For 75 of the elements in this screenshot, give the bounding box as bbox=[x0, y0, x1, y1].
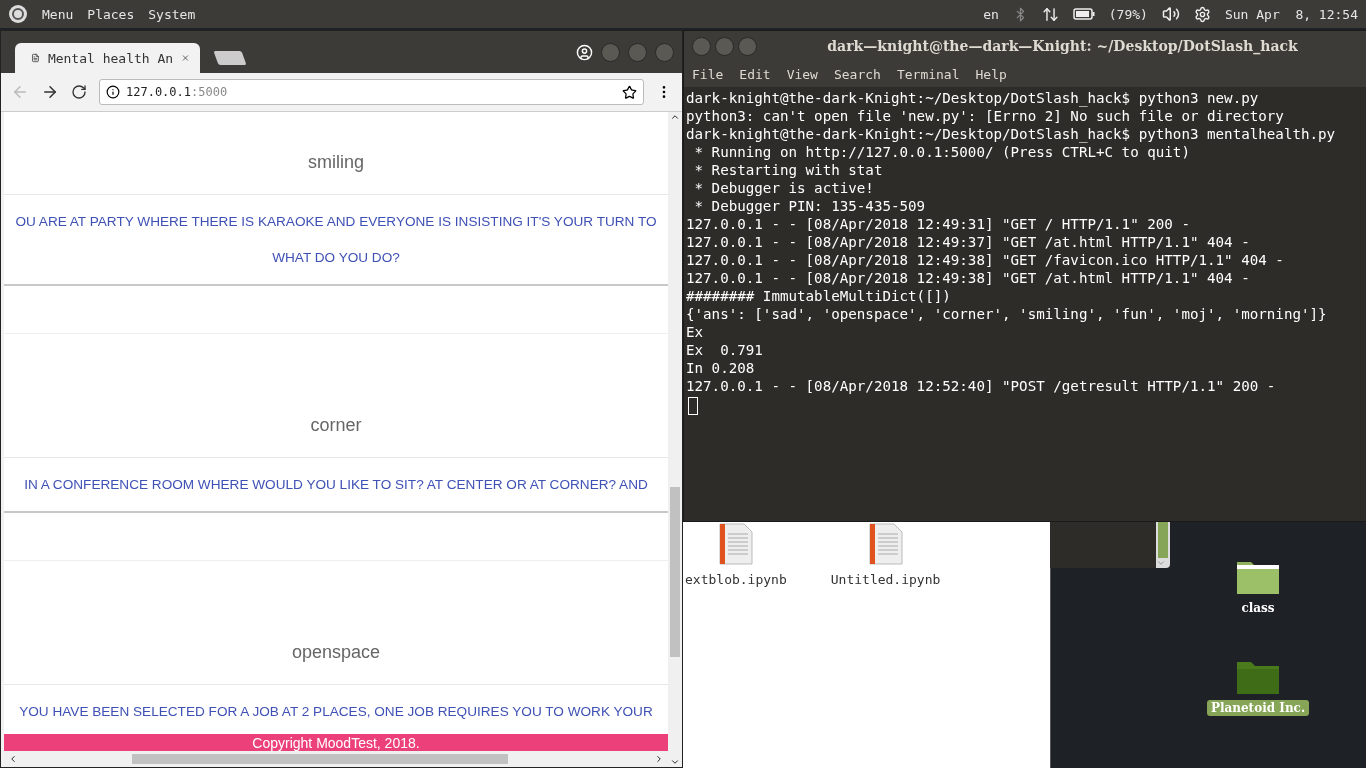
keyboard-layout-indicator[interactable]: en bbox=[983, 6, 999, 22]
reload-icon[interactable] bbox=[71, 84, 87, 100]
url-host: 127.0.0.1 bbox=[126, 85, 192, 99]
address-bar[interactable]: 127.0.0.1:5000 bbox=[99, 79, 644, 105]
clock[interactable]: Sun Apr 8, 12:54 bbox=[1224, 6, 1358, 22]
minimize-button[interactable] bbox=[601, 42, 620, 62]
scroll-left-icon[interactable] bbox=[8, 754, 18, 764]
menu-item[interactable]: Search bbox=[833, 66, 881, 82]
terminal-line: 127.0.0.1 - - [08/Apr/2018 12:49:38] "GET /at.html HTTP/1.1" 404 - bbox=[686, 269, 1251, 287]
maximize-button[interactable] bbox=[628, 42, 647, 62]
terminal-line: Ex bbox=[686, 323, 705, 341]
question-text: YOU HAVE BEEN SELECTED FOR A JOB AT 2 PLACES, ONE JOB REQUIRES YOU TO WORK YOUR bbox=[18, 702, 654, 721]
panel-menu[interactable]: System bbox=[148, 6, 196, 22]
terminal-line: * Running on http://127.0.0.1:5000/ (Press CTRL+C to quit) bbox=[693, 143, 1191, 161]
answer-text: corner bbox=[4, 393, 668, 458]
scroll-up-icon[interactable] bbox=[670, 112, 680, 122]
minimize-button[interactable] bbox=[715, 36, 734, 56]
terminal-line: 127.0.0.1 - - [08/Apr/2018 12:49:31] "GET / HTTP/1.1" 200 - bbox=[686, 215, 1191, 233]
new-tab-button[interactable] bbox=[213, 51, 247, 65]
terminal-line: 127.0.0.1 - - [08/Apr/2018 12:52:40] "POST /getresult HTTP/1.1" 200 - bbox=[686, 377, 1277, 395]
terminal-line: * Restarting with stat bbox=[693, 161, 884, 179]
menu-item[interactable]: View bbox=[786, 66, 818, 82]
desktop-icon-label[interactable]: class bbox=[1237, 600, 1279, 616]
footer-text: Copyright MoodTest, 2018. bbox=[4, 734, 668, 751]
volume-icon[interactable] bbox=[1161, 5, 1180, 23]
menu-item[interactable]: Help bbox=[975, 66, 1007, 82]
maximize-button[interactable] bbox=[738, 36, 757, 56]
window-title: dark—knight@the—dark—Knight: ~/Desktop/DotSlash_hack bbox=[826, 38, 1299, 54]
network-icon[interactable] bbox=[1041, 5, 1059, 23]
panel-menu[interactable]: Places bbox=[87, 6, 135, 22]
terminal-line: 127.0.0.1 - - [08/Apr/2018 12:49:37] "GET /at.html HTTP/1.1" 404 - bbox=[686, 233, 1251, 251]
vertical-scrollbar[interactable] bbox=[668, 112, 682, 767]
scrollbar[interactable] bbox=[1156, 522, 1170, 568]
browser-tab[interactable]: Mental health An bbox=[15, 43, 200, 73]
scroll-down-icon[interactable] bbox=[670, 757, 680, 767]
panel-menu[interactable]: Menu bbox=[42, 6, 74, 22]
question-text: IN A CONFERENCE ROOM WHERE WOULD YOU LIKE TO SIT? AT CENTER OR AT CORNER? AND bbox=[23, 475, 649, 494]
document-icon[interactable] bbox=[717, 522, 754, 566]
terminal-line: 127.0.0.1 - - [08/Apr/2018 12:49:38] "GET /favicon.ico HTTP/1.1" 404 - bbox=[686, 251, 1285, 269]
terminal-line: {'ans': ['sad', 'openspace', 'corner', 'smiling', 'fun', 'moj', 'morning']} bbox=[686, 305, 1328, 323]
answer-text: openspace bbox=[4, 620, 668, 685]
terminal-line: * Debugger PIN: 135-435-509 bbox=[693, 197, 927, 215]
terminal-line: dark-knight@the-dark-Knight:~/Desktop/DotSlash_hack$ python3 mentalhealth.py bbox=[686, 125, 1337, 143]
profile-icon[interactable] bbox=[576, 43, 593, 61]
settings-icon[interactable] bbox=[1193, 5, 1211, 23]
terminal-line: * Debugger is active! bbox=[693, 179, 875, 197]
question-text: OU ARE AT PARTY WHERE THERE IS KARAOKE AND EVERYONE IS INSISTING IT'S YOUR TURN TO bbox=[14, 212, 658, 231]
terminal-cursor bbox=[688, 397, 698, 415]
close-button[interactable] bbox=[655, 42, 674, 62]
scrollbar-thumb[interactable] bbox=[670, 487, 680, 657]
page-icon bbox=[31, 51, 40, 65]
bookmark-star-icon[interactable] bbox=[622, 84, 637, 100]
terminal-line: Ex 0.791 bbox=[686, 341, 764, 359]
terminal-line: dark-knight@the-dark-Knight:~/Desktop/DotSlash_hack$ python3 new.py bbox=[686, 89, 1260, 107]
close-button[interactable] bbox=[692, 36, 711, 56]
scroll-right-icon[interactable] bbox=[654, 754, 664, 764]
menu-item[interactable]: Edit bbox=[739, 66, 771, 82]
menu-item[interactable]: File bbox=[692, 66, 724, 82]
menu-item[interactable]: Terminal bbox=[896, 66, 960, 82]
file-name: extblob.ipynb bbox=[685, 572, 787, 587]
question-text: WHAT DO YOU DO? bbox=[271, 248, 401, 267]
battery-percentage: (79%) bbox=[1108, 6, 1148, 22]
scrollbar-thumb[interactable] bbox=[132, 754, 508, 764]
forward-icon[interactable] bbox=[41, 83, 59, 101]
document-icon[interactable] bbox=[867, 522, 904, 566]
battery-icon[interactable] bbox=[1072, 8, 1095, 20]
ubuntu-logo-icon[interactable] bbox=[8, 4, 28, 24]
file-name: Untitled.ipynb bbox=[830, 572, 941, 587]
answer-text: smiling bbox=[4, 130, 668, 195]
scrollbar-thumb[interactable] bbox=[1158, 522, 1168, 558]
terminal-line: In 0.208 bbox=[686, 359, 756, 377]
info-icon bbox=[106, 85, 120, 99]
url-port: :5000 bbox=[191, 85, 228, 99]
terminal-line: ######## ImmutableMultiDict([]) bbox=[686, 287, 952, 305]
terminal-line: python3: can't open file 'new.py': [Errno 2] No such file or directory bbox=[686, 107, 1285, 125]
